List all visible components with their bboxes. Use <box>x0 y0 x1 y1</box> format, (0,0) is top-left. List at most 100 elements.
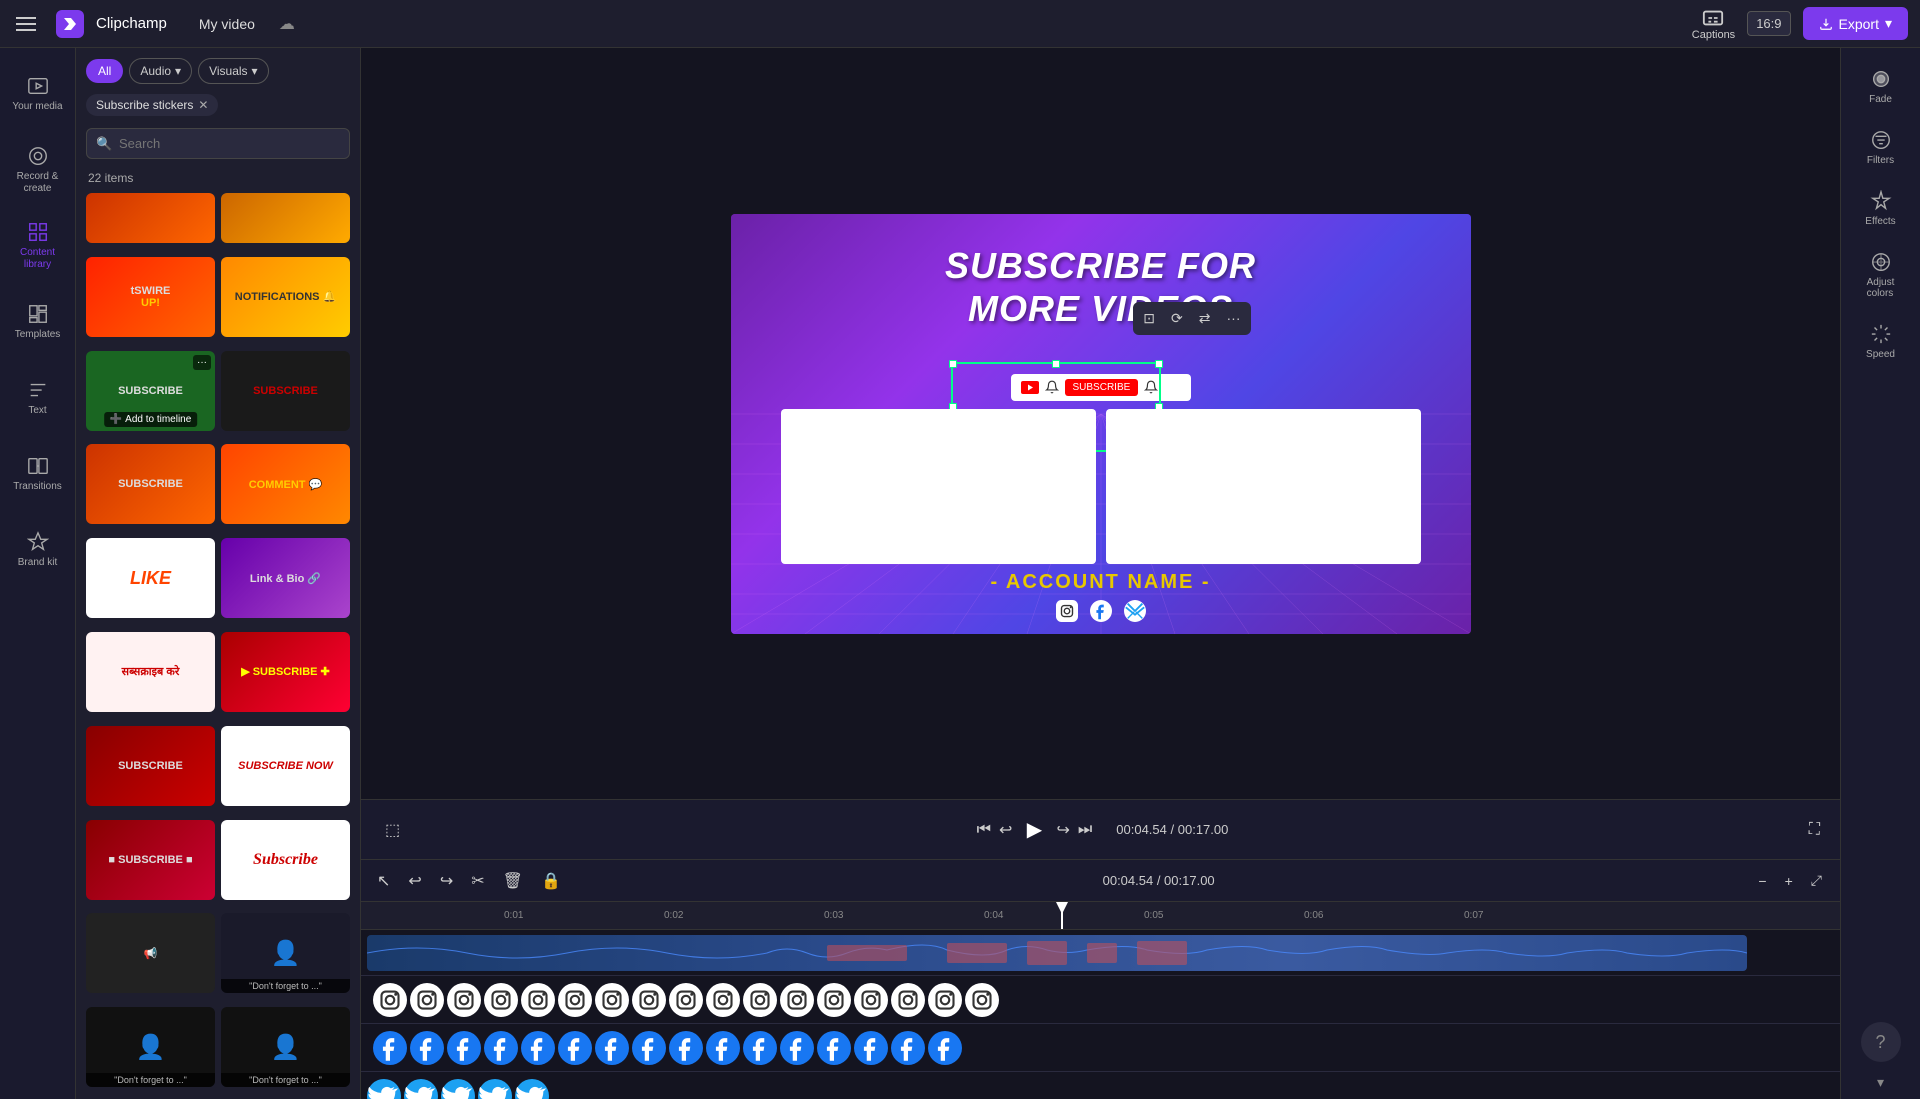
zoom-fit-button[interactable]: ⤢ <box>1805 870 1828 891</box>
list-item[interactable]: SUBSCRIBE <box>86 726 215 806</box>
playback-bar: ⬚ ⏮ ↩ ▶ ↪ ⏭ 00:04.54 / 00:17.00 ⛶ <box>361 799 1840 859</box>
cloud-save-icon: ☁ <box>279 14 295 34</box>
effects-button[interactable]: Effects <box>1841 178 1920 239</box>
handle-top-left[interactable] <box>949 360 957 368</box>
sidebar-item-record-create[interactable]: Record &create <box>0 132 76 208</box>
loop-button[interactable]: ⟳ <box>1165 306 1189 331</box>
canvas-area: .gl{stroke:#ff88ff;stroke-width:0.5;opac… <box>361 48 1840 1099</box>
handle-top-mid[interactable] <box>1052 360 1060 368</box>
subscribe-stickers-tag[interactable]: Subscribe stickers ✕ <box>86 94 218 116</box>
handle-top-right[interactable] <box>1155 360 1163 368</box>
sidebar-item-content-library[interactable]: Contentlibrary <box>0 208 76 284</box>
account-section: - ACCOUNT NAME - <box>731 571 1471 622</box>
delete-button[interactable]: 🗑 <box>499 867 527 895</box>
filter-audio[interactable]: Audio ▾ <box>129 58 192 84</box>
topbar: Clipchamp My video ☁ Captions 16:9 Expor… <box>0 0 1920 48</box>
list-item[interactable]: SUBSCRIBE ··· ➕ Add to timeline <box>86 351 215 431</box>
adjust-colors-button[interactable]: Adjustcolors <box>1841 239 1920 311</box>
skip-back-button[interactable]: ⏮ <box>973 817 995 843</box>
video-title[interactable]: My video <box>199 16 255 32</box>
aspect-ratio-selector[interactable]: 16:9 <box>1747 11 1790 36</box>
fade-button[interactable]: Fade <box>1841 56 1920 117</box>
skip-forward-button[interactable]: ⏭ <box>1074 817 1096 843</box>
cut-button[interactable]: ✂ <box>467 867 488 895</box>
playhead-marker <box>1056 902 1068 914</box>
sidebar: Your media Record &create Contentlibrary… <box>0 48 76 1099</box>
time-display: 00:04.54 / 00:17.00 <box>1116 822 1228 837</box>
list-item[interactable]: SUBSCRIBE NOW <box>221 726 350 806</box>
main-area: Your media Record &create Contentlibrary… <box>0 48 1920 1099</box>
filter-all[interactable]: All <box>86 59 123 83</box>
speed-button[interactable]: Speed <box>1841 311 1920 372</box>
timeline-time-display: 00:04.54 / 00:17.00 <box>575 873 1743 888</box>
instagram-track <box>361 976 1840 1024</box>
timeline-content: 0:01 0:02 0:03 0:04 0:05 0:06 0:07 <box>361 902 1840 1099</box>
rewind-button[interactable]: ↩ <box>995 816 1016 844</box>
list-item[interactable]: COMMENT 💬 <box>221 444 350 524</box>
list-item[interactable]: SUBSCRIBE <box>86 444 215 524</box>
sidebar-item-your-media[interactable]: Your media <box>0 56 76 132</box>
filter-row: All Audio ▾ Visuals ▾ <box>76 48 360 90</box>
screenshot-icon[interactable]: ⬚ <box>381 816 404 844</box>
search-icon: 🔍 <box>96 136 112 152</box>
thumbnail-left <box>781 409 1096 564</box>
list-item[interactable] <box>221 193 350 243</box>
zoom-controls: − + ⤢ <box>1752 870 1828 891</box>
redo-button[interactable]: ↪ <box>436 867 457 895</box>
captions-button[interactable]: Captions <box>1692 7 1735 41</box>
list-item[interactable]: 📢 <box>86 913 215 993</box>
item-menu[interactable]: ··· <box>193 355 211 370</box>
list-item[interactable]: Link & Bio 🔗 <box>221 538 350 618</box>
list-item[interactable]: ■ SUBSCRIBE ■ <box>86 820 215 900</box>
forward-button[interactable]: ↪ <box>1052 816 1073 844</box>
filter-visuals[interactable]: Visuals ▾ <box>198 58 269 84</box>
twitter-track <box>361 1072 1840 1099</box>
list-item[interactable]: सब्सक्राइब करे <box>86 632 215 712</box>
crop-button[interactable]: ⊡ <box>1137 306 1161 331</box>
list-item[interactable] <box>86 193 215 243</box>
sidebar-item-text[interactable]: Text <box>0 360 76 436</box>
replace-button[interactable]: ⇄ <box>1193 306 1217 331</box>
more-options-button[interactable]: ··· <box>1221 306 1247 331</box>
zoom-in-button[interactable]: + <box>1779 871 1799 891</box>
lock-button[interactable]: 🔒 <box>537 867 565 895</box>
list-item[interactable]: 👤 "Don't forget to ..." <box>86 1007 215 1087</box>
list-item[interactable]: LIKE <box>86 538 215 618</box>
twitter-icon <box>367 1079 401 1099</box>
filters-button[interactable]: Filters <box>1841 117 1920 178</box>
sidebar-item-brand-kit[interactable]: Brand kit <box>0 512 76 588</box>
list-item[interactable]: 👤 "Don't forget to ..." <box>221 1007 350 1087</box>
undo-button[interactable]: ↩ <box>404 867 425 895</box>
help-button[interactable]: ? <box>1861 1022 1901 1062</box>
hamburger-menu[interactable] <box>12 8 44 40</box>
instagram-icon <box>373 983 407 1017</box>
items-count: 22 items <box>76 167 360 189</box>
social-icons <box>731 600 1471 622</box>
timeline: ↖ ↩ ↪ ✂ 🗑 🔒 00:04.54 / 00:17.00 − + ⤢ <box>361 859 1840 1099</box>
sidebar-item-templates[interactable]: Templates <box>0 284 76 360</box>
search-input[interactable] <box>86 128 350 159</box>
account-name: - ACCOUNT NAME - <box>731 571 1471 594</box>
content-panel: All Audio ▾ Visuals ▾ Subscribe stickers… <box>76 48 361 1099</box>
canvas-main: .gl{stroke:#ff88ff;stroke-width:0.5;opac… <box>361 48 1840 799</box>
list-item[interactable]: 👤 "Don't forget to ..." <box>221 913 350 993</box>
list-item[interactable]: Subscribe <box>221 820 350 900</box>
thumbnail-right <box>1106 409 1421 564</box>
select-tool[interactable]: ↖ <box>373 867 394 895</box>
zoom-out-button[interactable]: − <box>1752 871 1772 891</box>
list-item[interactable]: NOTIFICATIONS 🔔 <box>221 257 350 337</box>
sidebar-item-transitions[interactable]: Transitions <box>0 436 76 512</box>
collapse-panel-button[interactable]: ▾ <box>1877 1074 1884 1091</box>
remove-tag-button[interactable]: ✕ <box>198 98 208 112</box>
list-item[interactable]: SUBSCRIBE <box>221 351 350 431</box>
floating-toolbar: ⊡ ⟳ ⇄ ··· <box>1133 302 1250 335</box>
fullscreen-button[interactable]: ⛶ <box>1809 821 1820 839</box>
playhead[interactable] <box>1061 902 1063 930</box>
main-video-clip[interactable] <box>367 935 1747 971</box>
timeline-toolbar: ↖ ↩ ↪ ✂ 🗑 🔒 00:04.54 / 00:17.00 − + ⤢ <box>361 860 1840 902</box>
export-button[interactable]: Export ▾ <box>1803 7 1909 40</box>
list-item[interactable]: ▶ SUBSCRIBE ✚ <box>221 632 350 712</box>
list-item[interactable]: tSWIREUP! <box>86 257 215 337</box>
video-track <box>361 930 1840 976</box>
play-button[interactable]: ▶ <box>1016 812 1052 848</box>
